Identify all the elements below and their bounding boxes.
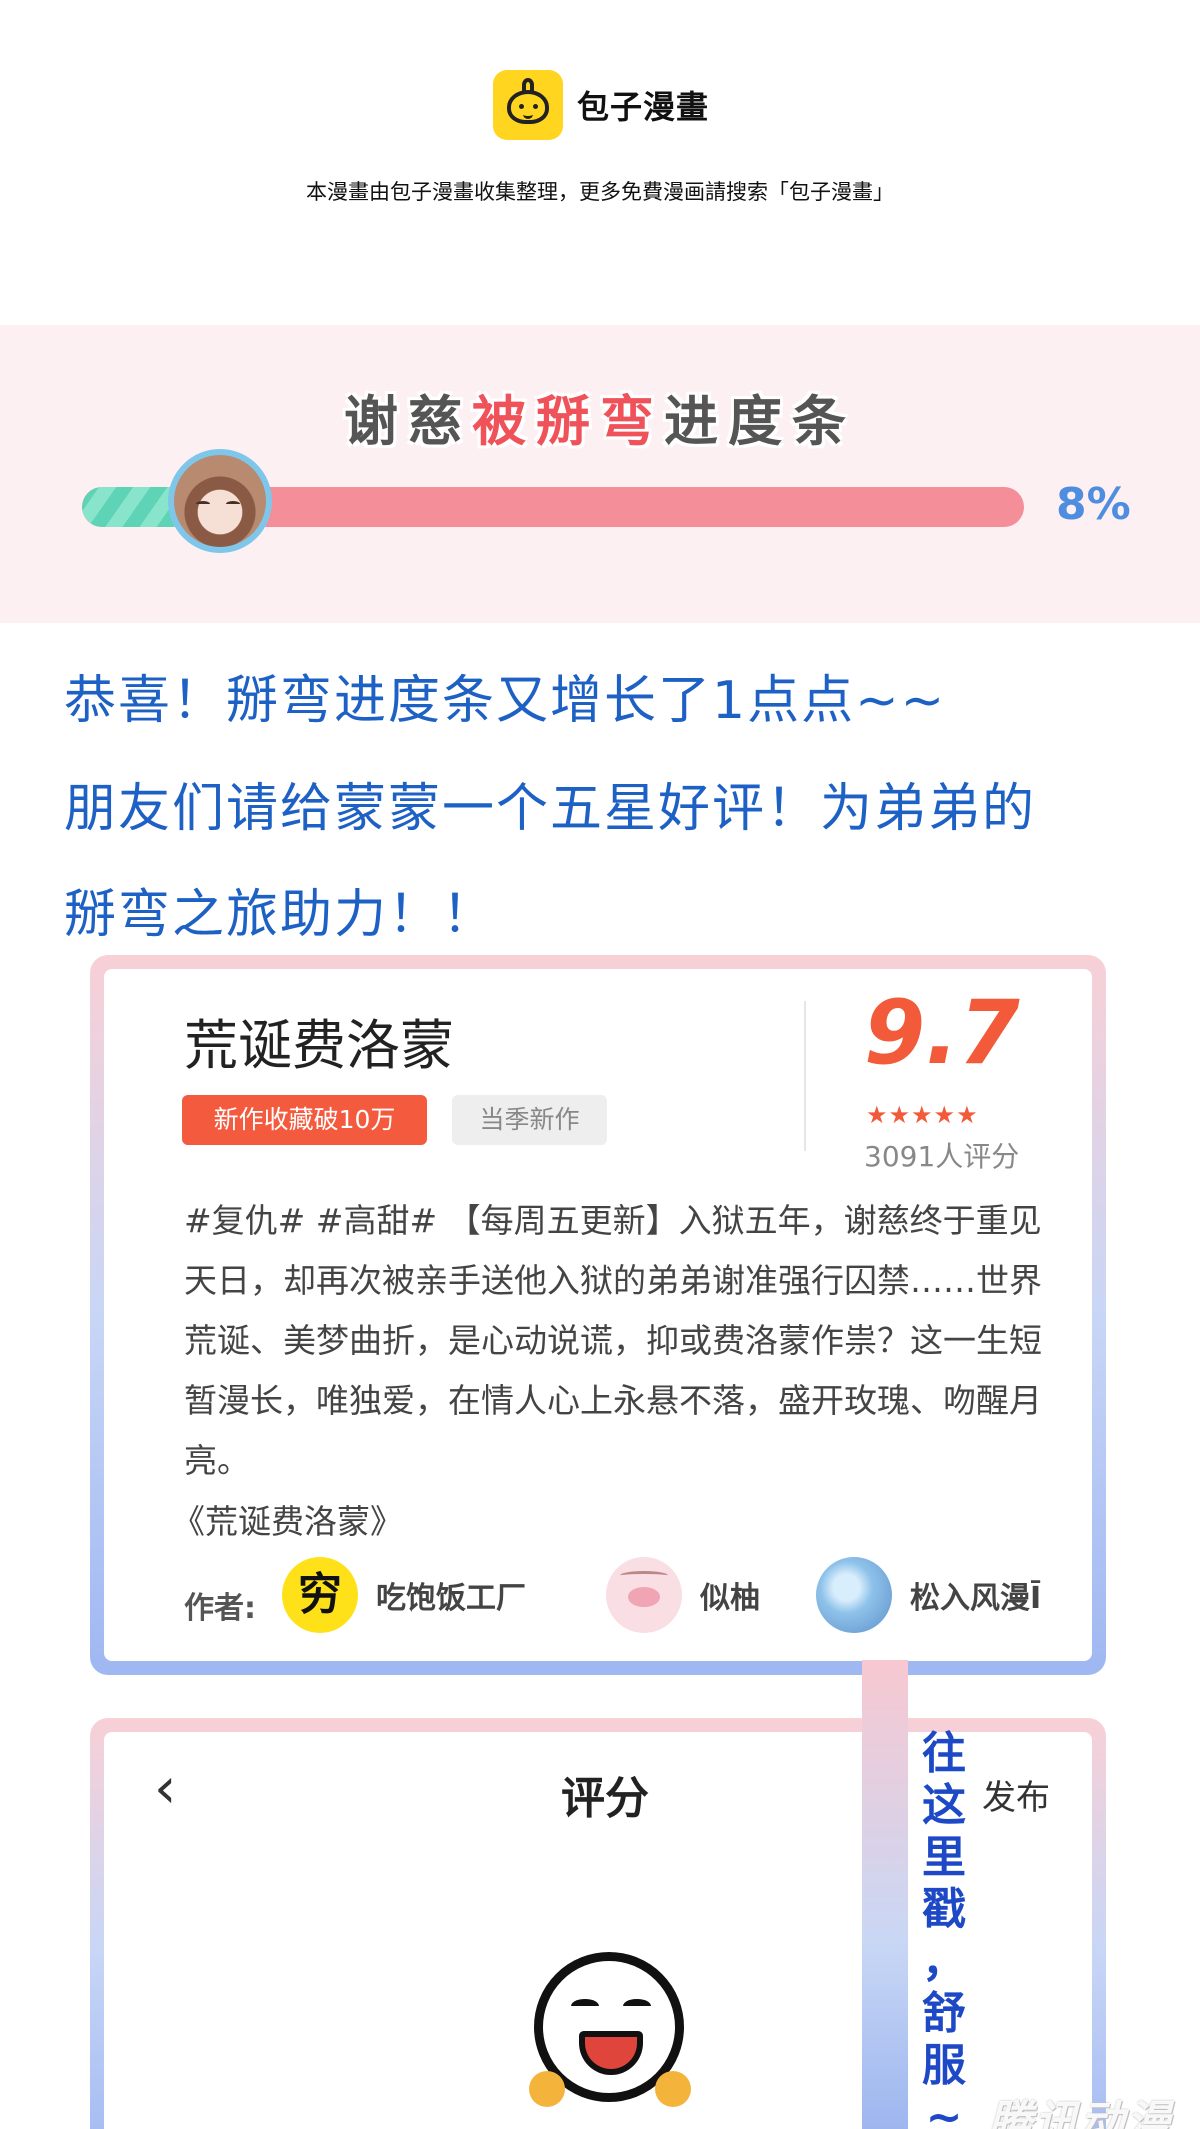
rater-count: 3091人评分	[864, 1140, 1020, 1173]
star-icon: ★	[888, 1101, 912, 1129]
side-note-char: 往	[922, 1728, 966, 1779]
author-avatar: 穷	[282, 1557, 358, 1633]
progress-title-part1: 谢慈	[344, 390, 472, 453]
comic-score: 9.7	[864, 981, 1020, 1084]
side-note-char: 里	[922, 1832, 966, 1883]
author-item[interactable]: 穷 吃饱饭工厂	[282, 1557, 526, 1633]
brand-logo: 包子漫畫	[493, 70, 709, 140]
side-note-char: 这	[922, 1780, 966, 1831]
comic-title: 荒诞费洛蒙	[184, 1014, 454, 1077]
author-avatar	[816, 1557, 892, 1633]
star-rating: ★★★★★	[866, 1101, 979, 1129]
page-header: 包子漫畫 本漫畫由包子漫畫收集整理，更多免費漫画請搜索「包子漫畫」	[0, 0, 1200, 325]
star-icon: ★	[911, 1101, 934, 1129]
progress-percent: 8%	[1056, 479, 1131, 530]
comic-description: #复仇# #高甜# 【每周五更新】入狱五年，谢慈终于重见天日，却再次被亲手送他入…	[184, 1201, 1042, 1480]
side-note-char: 服	[922, 2040, 966, 2091]
star-icon: ★	[933, 1101, 957, 1129]
side-note-char: ~	[925, 2092, 963, 2129]
progress-title: 谢慈被掰弯进度条	[0, 377, 1200, 456]
author-name: 松入风漫Ī	[910, 1581, 1042, 1616]
comic-info-card-frame: 荒诞费洛蒙 新作收藏破10万 当季新作 9.7 ★★★★★ 3091人评分 #复…	[90, 955, 1106, 1675]
progress-banner: 谢慈被掰弯进度条 8%	[0, 325, 1200, 623]
author-name: 吃饱饭工厂	[376, 1581, 526, 1616]
author-avatar	[606, 1557, 682, 1633]
source-notice: 本漫畫由包子漫畫收集整理，更多免費漫画請搜索「包子漫畫」	[306, 180, 894, 204]
tag-hot: 新作收藏破10万	[182, 1095, 427, 1145]
character-avatar	[168, 449, 272, 553]
author-item[interactable]: 松入风漫Ī	[816, 1557, 1041, 1633]
side-note-char: ，	[922, 1936, 966, 1987]
side-note-char: 戳	[922, 1884, 966, 1935]
laughing-face-icon[interactable]	[529, 1952, 691, 2107]
brand-name: 包子漫畫	[577, 88, 710, 126]
book-name: 《荒诞费洛蒙》	[172, 1502, 403, 1541]
bun-mascot-icon	[493, 70, 563, 140]
tag-new: 当季新作	[452, 1095, 607, 1145]
publish-button[interactable]: 发布	[982, 1770, 1050, 1819]
progress-title-part3: 进度条	[664, 390, 856, 453]
comic-info-card[interactable]: 荒诞费洛蒙 新作收藏破10万 当季新作 9.7 ★★★★★ 3091人评分 #复…	[104, 969, 1092, 1661]
pointer-strip	[862, 1660, 908, 2129]
progress-title-highlight: 被掰弯	[472, 390, 664, 453]
watermark: 腾讯动漫	[988, 2097, 1172, 2129]
message-line-1: 恭喜！掰弯进度条又增长了1点点~~	[64, 671, 947, 731]
message-line-3: 掰弯之旅助力！！	[64, 885, 497, 945]
author-name: 似柚	[700, 1581, 760, 1616]
star-half-icon: ★	[956, 1101, 979, 1129]
authors-label: 作者:	[184, 1591, 256, 1626]
star-icon: ★	[866, 1101, 889, 1129]
author-item[interactable]: 似柚	[606, 1557, 760, 1633]
divider	[804, 1001, 806, 1151]
author-list: 作者: 穷 吃饱饭工厂 似柚 松入风漫Ī	[184, 1557, 1064, 1637]
message-line-2: 朋友们请给蒙蒙一个五星好评！为弟弟的	[64, 779, 1037, 839]
side-note: 往 这 里 戳 ， 舒 服 ~	[914, 1728, 974, 2129]
side-note-char: 舒	[922, 1988, 966, 2039]
